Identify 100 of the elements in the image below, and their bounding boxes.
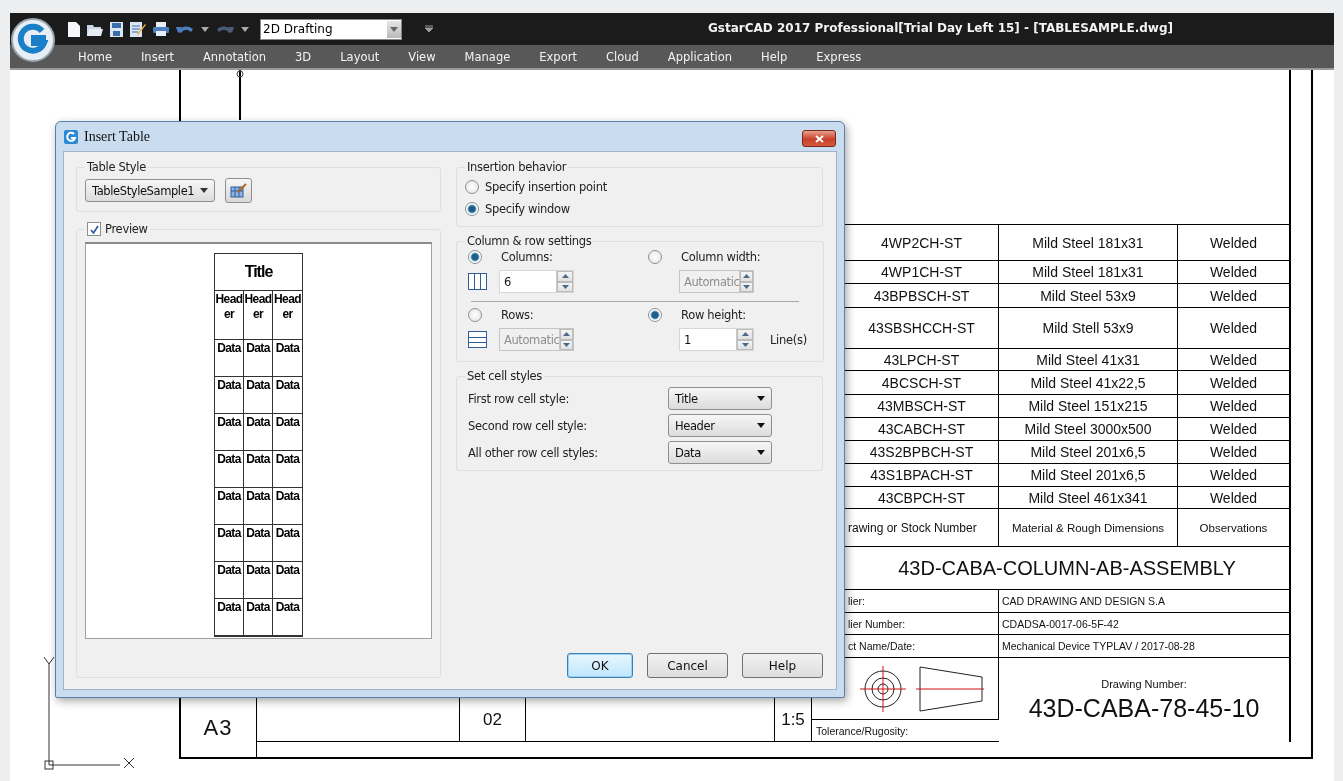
open-folder-icon[interactable] — [87, 22, 103, 36]
preview-cell: Data — [244, 562, 273, 599]
edit-document-icon[interactable] — [130, 21, 146, 37]
preview-cell: Data — [215, 377, 244, 414]
table-cell: Mild Steel 3000x500 — [999, 418, 1178, 441]
spin-down-button[interactable] — [737, 339, 753, 350]
number-field[interactable]: 1 — [679, 328, 754, 351]
print-icon[interactable] — [153, 22, 169, 36]
unit-label: Line(s) — [770, 332, 807, 347]
preview-cell: Data — [244, 599, 273, 636]
axis-marker-icon — [236, 70, 244, 78]
ribbon-tab[interactable]: 3D — [295, 49, 312, 64]
table-cell: Welded — [1178, 371, 1290, 395]
edit-style-button[interactable] — [225, 178, 252, 203]
table-cell: Mild Steel 181x31 — [999, 225, 1178, 261]
ribbon-tab[interactable]: Express — [816, 49, 862, 64]
table-cell: Welded — [1178, 308, 1290, 349]
preview-cell: Data — [273, 562, 302, 599]
ribbon-tab[interactable]: Insert — [140, 49, 174, 64]
close-icon — [814, 134, 824, 143]
preview-header: Header — [215, 291, 244, 340]
table-cell: Welded — [1178, 464, 1290, 487]
ribbon-tab[interactable]: Manage — [464, 49, 511, 64]
caret-icon — [200, 188, 208, 193]
spin-up-button[interactable] — [557, 271, 573, 282]
ribbon-tab[interactable]: Application — [667, 49, 733, 64]
down-arrow-icon — [563, 342, 571, 347]
dialog-button[interactable]: OK — [567, 653, 633, 678]
preview-header: Header — [273, 291, 302, 340]
radio-button[interactable] — [465, 202, 479, 216]
ribbon-tab[interactable]: Export — [539, 49, 577, 64]
cell-style-dropdown[interactable]: Data — [668, 441, 772, 464]
preview-cell: Data — [215, 488, 244, 525]
up-arrow-icon — [743, 274, 751, 279]
column-heading: Material & Rough Dimensions — [999, 509, 1178, 547]
table-cell: Mild Steel 201x6,5 — [999, 441, 1178, 464]
ribbon-tab[interactable]: Home — [78, 49, 112, 64]
spin-down-button[interactable] — [557, 281, 573, 292]
caret-icon — [757, 450, 765, 455]
checkbox[interactable] — [87, 222, 101, 236]
new-file-icon[interactable] — [68, 21, 80, 37]
preview-cell: Data — [244, 414, 273, 451]
dialog-button[interactable]: Cancel — [647, 653, 728, 678]
rows-icon — [468, 331, 487, 348]
table-cell: Welded — [1178, 284, 1290, 308]
columns-icon — [468, 273, 487, 290]
group-legend: Column & row settings — [465, 234, 594, 248]
cell-style-dropdown[interactable]: Header — [668, 414, 772, 437]
save-icon[interactable] — [110, 21, 123, 37]
drawing-number: 43D-CABA-78-45-10 — [1028, 693, 1260, 723]
ribbon-tab[interactable]: Layout — [340, 49, 380, 64]
caret-icon — [390, 26, 398, 32]
table-style-dropdown[interactable]: TableStyleSample1 — [85, 179, 215, 202]
table-cell: Mild Steel 181x31 — [999, 261, 1178, 284]
radio-button[interactable] — [465, 180, 479, 194]
spin-up-button[interactable] — [737, 329, 753, 340]
cell-style-dropdown[interactable]: Title — [668, 387, 772, 410]
up-arrow-icon — [741, 332, 749, 337]
field-label: All other row cell styles: — [468, 445, 598, 460]
workspace-dropdown[interactable]: 2D Drafting — [260, 18, 402, 40]
close-button[interactable] — [802, 130, 836, 147]
radio-button[interactable] — [648, 308, 662, 322]
drawing-number-label: Drawing Number: — [1101, 677, 1187, 690]
dialog-button[interactable]: Help — [742, 653, 823, 678]
dialog-title: Insert Table — [84, 128, 150, 145]
field-label: Second row cell style: — [468, 418, 587, 433]
table-cell: Welded — [1178, 261, 1290, 284]
down-arrow-icon — [561, 284, 569, 289]
check-icon — [89, 224, 99, 234]
number-field[interactable]: 6 — [499, 270, 574, 293]
table-cell: Mild Stell 53x9 — [999, 308, 1178, 349]
preview-cell: Data — [273, 377, 302, 414]
column-heading: Observations — [1178, 509, 1290, 547]
preview-cell: Data — [215, 451, 244, 488]
preview-cell: Data — [273, 599, 302, 636]
window-title: GstarCAD 2017 Professional[Trial Day Left 15] - [TABLESAMPLE.dwg] — [708, 21, 1173, 35]
field-value: CAD DRAWING AND DESIGN S.A — [999, 590, 1290, 613]
radio-button[interactable] — [468, 250, 482, 264]
ribbon-tab[interactable]: Cloud — [605, 49, 639, 64]
field-value: CDADSA-0017-06-5F-42 — [999, 613, 1290, 635]
table-cell: Welded — [1178, 487, 1290, 509]
radio-label: Column width: — [681, 250, 761, 264]
table-cell: Mild Steel 41x22,5 — [999, 371, 1178, 395]
caret-icon — [757, 396, 765, 401]
table-cell: Welded — [1178, 418, 1290, 441]
table-cell: Mild Steel 461x341 — [999, 487, 1178, 509]
preview-cell: Data — [215, 562, 244, 599]
preview-header: Header — [244, 291, 273, 340]
assembly-title: 43D-CABA-COLUMN-AB-ASSEMBLY — [845, 547, 1290, 590]
field-value: Mechanical Device TYPLAV / 2017-08-28 — [999, 635, 1290, 658]
preview-cell: Data — [244, 525, 273, 562]
field-label: First row cell style: — [468, 391, 570, 406]
table-cell: Mild Steel 53x9 — [999, 284, 1178, 308]
ribbon-tab[interactable]: View — [408, 49, 436, 64]
ribbon-tab[interactable]: Help — [761, 49, 788, 64]
preview-title: Title — [215, 254, 302, 291]
preview-cell: Data — [244, 340, 273, 377]
preview-cell: Data — [244, 451, 273, 488]
ribbon-tab[interactable]: Annotation — [202, 49, 267, 64]
table-cell: Mild Steel 151x215 — [999, 395, 1178, 418]
